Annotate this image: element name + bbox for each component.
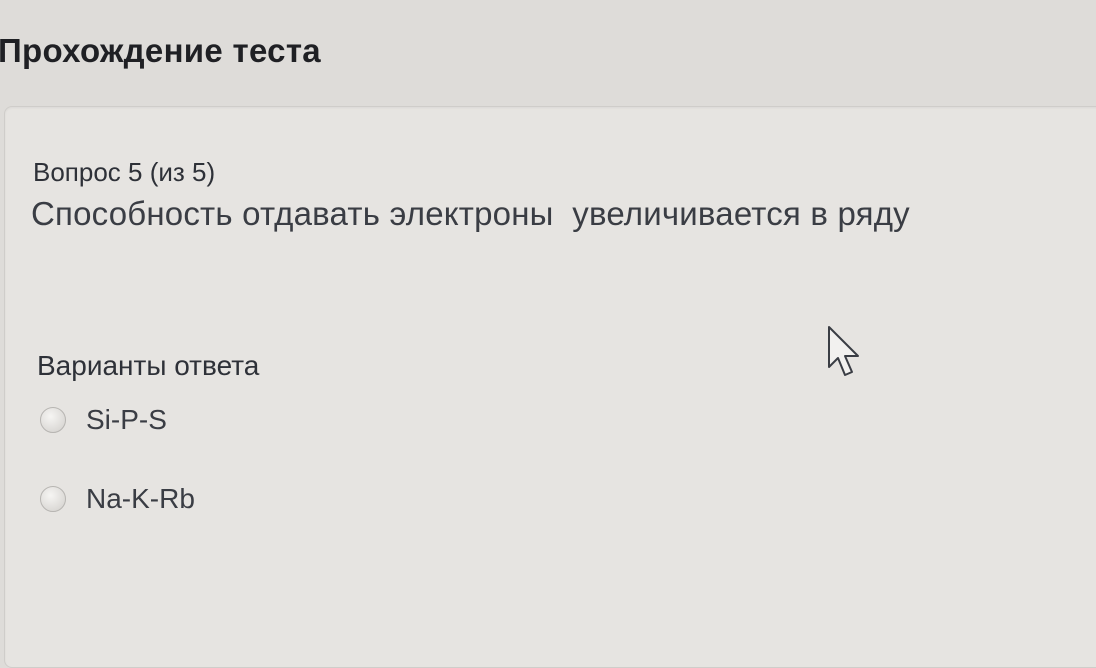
answer-label: Na-K-Rb: [86, 483, 195, 514]
answers-heading: Варианты ответа: [37, 350, 260, 381]
radio-button-icon[interactable]: [40, 407, 66, 433]
radio-button-icon[interactable]: [40, 486, 66, 512]
answer-option-1[interactable]: Si-P-S: [40, 403, 167, 437]
answer-option-2[interactable]: Na-K-Rb: [40, 482, 195, 516]
test-panel: [4, 106, 1096, 668]
answer-label: Si-P-S: [86, 404, 167, 435]
question-text: Способность отдавать электроны увеличива…: [31, 195, 910, 232]
question-number: Вопрос 5 (из 5): [33, 157, 216, 187]
mouse-pointer-icon: [828, 326, 859, 376]
page-title: Прохождение теста: [0, 32, 321, 69]
